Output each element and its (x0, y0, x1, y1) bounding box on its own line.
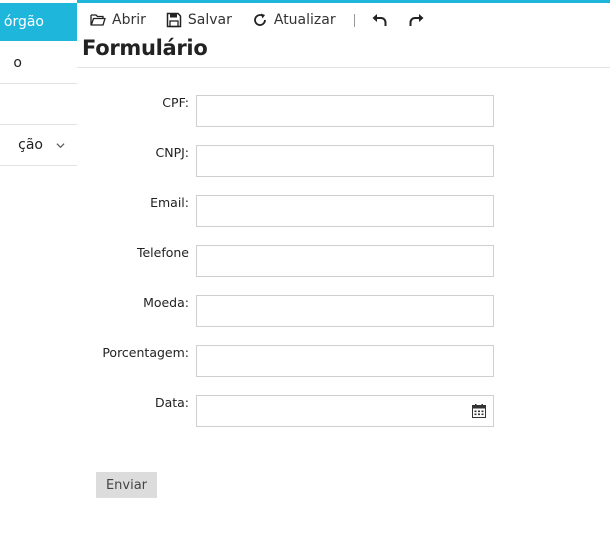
redo-button[interactable] (407, 11, 425, 29)
telefone-label: Telefone (136, 245, 189, 260)
email-label: Email: (150, 195, 189, 210)
data-label: Data: (154, 395, 189, 410)
email-input[interactable] (196, 195, 494, 227)
form-row-moeda: Moeda: (0, 295, 610, 329)
save-icon (166, 12, 182, 28)
porcentagem-label: Porcentagem: (102, 345, 189, 360)
moeda-label: Moeda: (143, 295, 189, 310)
calendar-icon[interactable] (472, 404, 486, 418)
folder-open-icon (90, 14, 106, 26)
cnpj-label: CNPJ: (155, 145, 189, 160)
title-divider (77, 67, 610, 68)
sidebar-item-1[interactable]: o (0, 43, 77, 84)
submit-button[interactable]: Enviar (96, 472, 157, 498)
form-row-porcentagem: Porcentagem: (0, 345, 610, 379)
redo-icon (409, 14, 424, 26)
form-row-telefone: Telefone (0, 245, 610, 279)
porcentagem-input[interactable] (196, 345, 494, 377)
refresh-label: Atualizar (273, 12, 336, 28)
cpf-label: CPF: (162, 95, 189, 110)
save-button[interactable]: Salvar (166, 12, 232, 28)
refresh-icon (253, 13, 266, 26)
cnpj-input[interactable] (196, 145, 494, 177)
toolbar-divider (353, 13, 355, 27)
form-row-email: Email: (0, 195, 610, 229)
open-label: Abrir (112, 12, 146, 28)
page-title: Formulário (82, 36, 208, 60)
form-row-cpf: CPF: (0, 95, 610, 129)
toolbar: Abrir Salvar Atualizar (90, 9, 443, 31)
refresh-button[interactable]: Atualizar (252, 12, 336, 28)
open-button[interactable]: Abrir (90, 12, 146, 28)
undo-button[interactable] (371, 11, 389, 29)
telefone-input[interactable] (196, 245, 494, 277)
sidebar-active-label: órgão (3, 14, 44, 30)
form-row-data: Data: (0, 395, 610, 429)
form-row-cnpj: CNPJ: (0, 145, 610, 179)
save-label: Salvar (187, 12, 232, 28)
top-accent-line (0, 0, 610, 3)
moeda-input[interactable] (196, 295, 494, 327)
data-input[interactable] (196, 395, 494, 427)
cpf-input[interactable] (196, 95, 494, 127)
sidebar-active-item[interactable]: órgão (0, 3, 77, 41)
undo-icon (372, 14, 387, 26)
sidebar-item-label: o (13, 55, 22, 71)
